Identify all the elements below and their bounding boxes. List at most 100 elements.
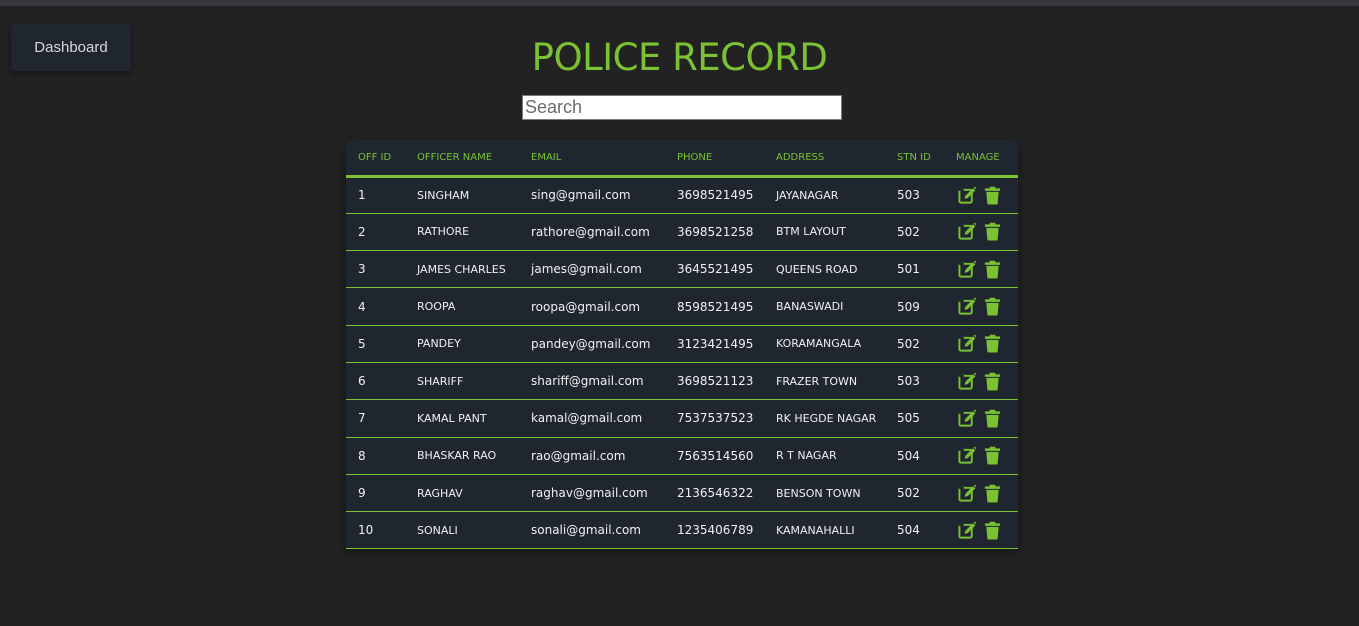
cell-phone: 8598521495 xyxy=(677,287,776,326)
cell-officer-name: ROOPA xyxy=(417,287,531,326)
cell-stn-id: 503 xyxy=(897,176,956,214)
cell-officer-name: KAMAL PANT xyxy=(417,399,531,438)
manage-actions xyxy=(956,297,1018,316)
edit-icon[interactable] xyxy=(958,372,977,391)
table-row: 10 SONALI sonali@gmail.com 1235406789 KA… xyxy=(346,511,1018,550)
cell-stn-id: 502 xyxy=(897,474,956,513)
cell-address: JAYANAGAR xyxy=(776,176,897,214)
cell-phone: 3698521123 xyxy=(677,362,776,401)
cell-off-id: 3 xyxy=(346,250,417,289)
cell-email: james@gmail.com xyxy=(531,250,677,289)
manage-actions xyxy=(956,409,1018,428)
cell-officer-name: SHARIFF xyxy=(417,362,531,401)
cell-address: KORAMANGALA xyxy=(776,325,897,363)
table-row: 1 SINGHAM sing@gmail.com 3698521495 JAYA… xyxy=(346,176,1018,214)
cell-officer-name: JAMES CHARLES xyxy=(417,250,531,289)
cell-address: QUEENS ROAD xyxy=(776,250,897,289)
cell-email: rathore@gmail.com xyxy=(531,213,677,252)
header-off-id: OFF ID xyxy=(346,140,417,178)
cell-officer-name: PANDEY xyxy=(417,325,531,363)
cell-stn-id: 502 xyxy=(897,325,956,363)
cell-off-id: 10 xyxy=(346,511,417,550)
header-phone: PHONE xyxy=(677,140,776,178)
table-row: 3 JAMES CHARLES james@gmail.com 36455214… xyxy=(346,250,1018,289)
cell-email: rao@gmail.com xyxy=(531,437,677,475)
table-row: 8 BHASKAR RAO rao@gmail.com 7563514560 R… xyxy=(346,437,1018,475)
manage-actions xyxy=(956,446,1018,465)
table-header-row: OFF ID OFFICER NAME EMAIL PHONE ADDRESS … xyxy=(346,140,1018,178)
cell-stn-id: 504 xyxy=(897,511,956,550)
edit-icon[interactable] xyxy=(958,186,977,205)
manage-actions xyxy=(956,483,1018,503)
trash-icon[interactable] xyxy=(983,446,1002,465)
cell-off-id: 5 xyxy=(346,325,417,363)
cell-manage xyxy=(956,250,1018,289)
cell-phone: 1235406789 xyxy=(677,511,776,550)
manage-actions xyxy=(956,521,1018,540)
cell-stn-id: 503 xyxy=(897,362,956,401)
edit-icon[interactable] xyxy=(958,222,977,241)
cell-manage xyxy=(956,325,1018,363)
cell-phone: 7563514560 xyxy=(677,437,776,475)
edit-icon[interactable] xyxy=(958,446,977,465)
cell-manage xyxy=(956,213,1018,252)
cell-manage xyxy=(956,511,1018,550)
trash-icon[interactable] xyxy=(983,409,1002,428)
edit-icon[interactable] xyxy=(958,260,977,279)
cell-off-id: 9 xyxy=(346,474,417,513)
trash-icon[interactable] xyxy=(983,484,1002,503)
cell-stn-id: 509 xyxy=(897,287,956,326)
cell-phone: 3698521495 xyxy=(677,176,776,214)
cell-phone: 3123421495 xyxy=(677,325,776,363)
trash-icon[interactable] xyxy=(983,260,1002,279)
cell-manage xyxy=(956,437,1018,475)
page-title: POLICE RECORD xyxy=(531,36,828,79)
cell-manage xyxy=(956,399,1018,438)
trash-icon[interactable] xyxy=(983,521,1002,540)
cell-officer-name: BHASKAR RAO xyxy=(417,437,531,475)
cell-address: BANASWADI xyxy=(776,287,897,326)
trash-icon[interactable] xyxy=(983,372,1002,391)
cell-address: BTM LAYOUT xyxy=(776,213,897,252)
cell-manage xyxy=(956,287,1018,326)
cell-address: BENSON TOWN xyxy=(776,474,897,513)
cell-email: raghav@gmail.com xyxy=(531,474,677,513)
trash-icon[interactable] xyxy=(983,297,1002,316)
cell-phone: 3645521495 xyxy=(677,250,776,289)
table-row: 4 ROOPA roopa@gmail.com 8598521495 BANAS… xyxy=(346,287,1018,326)
header-manage: MANAGE xyxy=(956,140,1018,178)
manage-actions xyxy=(956,186,1018,205)
cell-email: kamal@gmail.com xyxy=(531,399,677,438)
cell-address: RK HEGDE NAGAR xyxy=(776,399,897,438)
edit-icon[interactable] xyxy=(958,409,977,428)
cell-address: KAMANAHALLI xyxy=(776,511,897,550)
cell-phone: 7537537523 xyxy=(677,399,776,438)
trash-icon[interactable] xyxy=(983,222,1002,241)
cell-phone: 3698521258 xyxy=(677,213,776,252)
search-input[interactable] xyxy=(522,95,842,120)
cell-stn-id: 505 xyxy=(897,399,956,438)
table-row: 5 PANDEY pandey@gmail.com 3123421495 KOR… xyxy=(346,325,1018,363)
police-records-table: OFF ID OFFICER NAME EMAIL PHONE ADDRESS … xyxy=(346,140,1018,550)
table-row: 9 RAGHAV raghav@gmail.com 2136546322 BEN… xyxy=(346,474,1018,513)
cell-off-id: 2 xyxy=(346,213,417,252)
trash-icon[interactable] xyxy=(983,334,1002,353)
trash-icon[interactable] xyxy=(983,186,1002,205)
cell-off-id: 6 xyxy=(346,362,417,401)
edit-icon[interactable] xyxy=(958,483,977,503)
browser-top-bar xyxy=(0,0,1359,6)
header-officer-name: OFFICER NAME xyxy=(417,140,531,178)
cell-email: pandey@gmail.com xyxy=(531,325,677,363)
cell-stn-id: 501 xyxy=(897,250,956,289)
cell-email: sing@gmail.com xyxy=(531,176,677,214)
manage-actions xyxy=(956,372,1018,391)
edit-icon[interactable] xyxy=(958,297,977,316)
manage-actions xyxy=(956,334,1018,353)
cell-address: R T NAGAR xyxy=(776,437,897,475)
edit-icon[interactable] xyxy=(958,521,977,540)
records-table-container: OFF ID OFFICER NAME EMAIL PHONE ADDRESS … xyxy=(346,140,1018,550)
cell-email: shariff@gmail.com xyxy=(531,362,677,401)
cell-email: sonali@gmail.com xyxy=(531,511,677,550)
edit-icon[interactable] xyxy=(958,334,977,353)
cell-manage xyxy=(956,362,1018,401)
